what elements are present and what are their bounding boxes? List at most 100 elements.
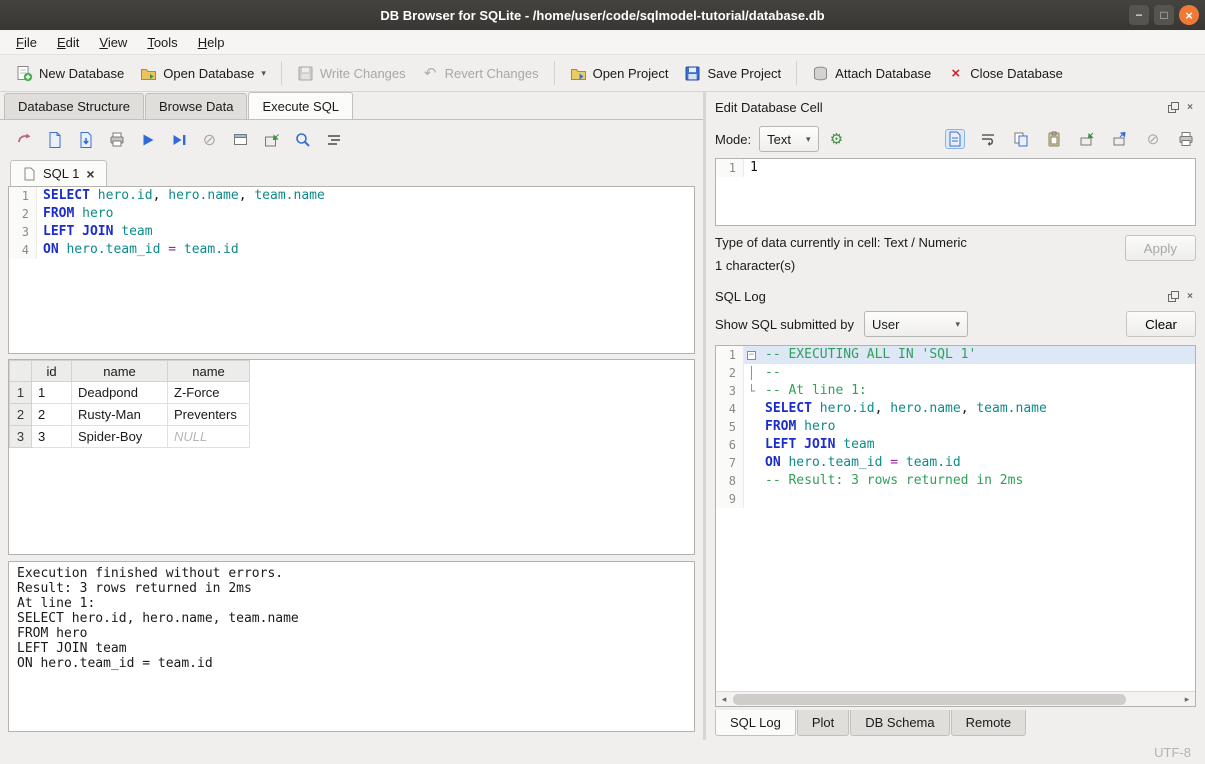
close-tab-icon[interactable]: × — [86, 167, 94, 181]
menu-file[interactable]: File — [6, 32, 47, 53]
table-row[interactable]: 1 1 Deadpond Z-Force — [10, 382, 250, 404]
null-value[interactable]: NULL — [168, 426, 250, 448]
column-header-name1[interactable]: name — [72, 361, 168, 382]
code-line: 7ON hero.team_id = team.id — [716, 454, 1195, 472]
cell[interactable]: 2 — [32, 404, 72, 426]
menu-edit[interactable]: Edit — [47, 32, 89, 53]
close-panel-icon[interactable]: × — [1184, 290, 1196, 302]
print-cell-icon[interactable] — [1176, 129, 1196, 149]
table-row[interactable]: 3 3 Spider-Boy NULL — [10, 426, 250, 448]
close-icon[interactable]: × — [1179, 5, 1199, 25]
horizontal-scrollbar[interactable]: ◂ ▸ — [716, 691, 1195, 706]
execute-all-icon[interactable] — [138, 130, 157, 149]
menu-tools[interactable]: Tools — [137, 32, 187, 53]
code-text: LEFT JOIN team — [759, 436, 875, 454]
execute-line-icon[interactable] — [169, 130, 188, 149]
line-number: 5 — [716, 418, 744, 436]
right-panel: Edit Database Cell × Mode: Text ▾ ⚙ — [706, 92, 1205, 740]
code-text — [759, 490, 765, 508]
float-panel-icon[interactable] — [1167, 290, 1179, 302]
open-project-button[interactable]: Open Project — [562, 60, 677, 87]
write-changes-button[interactable]: Write Changes — [289, 60, 414, 87]
close-database-button[interactable]: × Close Database — [939, 60, 1071, 87]
column-header-name2[interactable]: name — [168, 361, 250, 382]
text-view-icon[interactable] — [945, 129, 965, 149]
float-panel-icon[interactable] — [1167, 101, 1179, 113]
main-toolbar: New Database Open Database ▾ Write Chang… — [0, 55, 1205, 92]
maximize-icon[interactable]: □ — [1154, 5, 1174, 25]
sql-log-title: SQL Log — [715, 289, 766, 304]
tab-remote[interactable]: Remote — [951, 710, 1027, 736]
mode-select[interactable]: Text ▾ — [759, 126, 818, 152]
sql-editor[interactable]: 1SELECT hero.id, hero.name, team.name2FR… — [8, 186, 695, 354]
open-database-icon — [140, 65, 157, 82]
tab-sql-log[interactable]: SQL Log — [715, 710, 796, 736]
apply-button[interactable]: Apply — [1125, 235, 1196, 261]
set-null-icon[interactable]: ⊘ — [1143, 129, 1163, 149]
find-replace-icon[interactable] — [293, 130, 312, 149]
header-corner[interactable] — [10, 361, 32, 382]
scrollbar-thumb[interactable] — [733, 694, 1126, 705]
scroll-right-icon[interactable]: ▸ — [1179, 694, 1195, 705]
open-database-button[interactable]: Open Database ▾ — [132, 60, 274, 87]
import-cell-icon[interactable] — [1077, 129, 1097, 149]
open-sql-file-icon[interactable] — [45, 130, 64, 149]
print-icon[interactable] — [107, 130, 126, 149]
new-database-button[interactable]: New Database — [8, 60, 132, 87]
row-number[interactable]: 2 — [10, 404, 32, 426]
menu-view[interactable]: View — [89, 32, 137, 53]
minimize-icon[interactable]: − — [1129, 5, 1149, 25]
copy-icon[interactable] — [1011, 129, 1031, 149]
attach-database-icon — [812, 65, 829, 82]
submitter-select[interactable]: User ▾ — [864, 311, 968, 337]
attach-database-button[interactable]: Attach Database — [804, 60, 939, 87]
word-wrap-icon[interactable] — [978, 129, 998, 149]
table-row[interactable]: 2 2 Rusty-Man Preventers — [10, 404, 250, 426]
sql-log-box: 1−-- EXECUTING ALL IN 'SQL 1'2│--3└-- At… — [715, 345, 1196, 707]
cell[interactable]: Spider-Boy — [72, 426, 168, 448]
export-cell-icon[interactable] — [1110, 129, 1130, 149]
code-line: 8-- Result: 3 rows returned in 2ms — [716, 472, 1195, 490]
column-header-id[interactable]: id — [32, 361, 72, 382]
tab-db-schema[interactable]: DB Schema — [850, 710, 949, 736]
tab-browse-data[interactable]: Browse Data — [145, 93, 247, 119]
cell[interactable]: Z-Force — [168, 382, 250, 404]
cell[interactable]: Deadpond — [72, 382, 168, 404]
open-sql-tab-icon[interactable] — [14, 130, 33, 149]
line-number: 2 — [9, 205, 37, 223]
code-line: 11 — [716, 159, 1195, 177]
save-project-button[interactable]: Save Project — [676, 60, 789, 87]
row-number[interactable]: 1 — [10, 382, 32, 404]
format-sql-icon[interactable] — [324, 130, 343, 149]
cell-value-editor[interactable]: 11 — [715, 158, 1196, 226]
cell[interactable]: 3 — [32, 426, 72, 448]
stop-icon[interactable]: ⊘ — [200, 130, 219, 149]
line-number: 1 — [716, 346, 744, 364]
results-header-row: id name name — [10, 361, 250, 382]
tab-database-structure[interactable]: Database Structure — [4, 93, 144, 119]
auto-mode-icon[interactable]: ⚙ — [827, 129, 847, 149]
cell[interactable]: Preventers — [168, 404, 250, 426]
revert-changes-button[interactable]: ↶ Revert Changes — [414, 60, 547, 87]
sql-log-view[interactable]: 1−-- EXECUTING ALL IN 'SQL 1'2│--3└-- At… — [716, 346, 1195, 691]
menu-help[interactable]: Help — [188, 32, 235, 53]
clear-log-button[interactable]: Clear — [1126, 311, 1196, 337]
fold-line — [744, 400, 759, 418]
save-sql-file-icon[interactable] — [76, 130, 95, 149]
fold-line — [744, 490, 759, 508]
sql-toolbar: ⊘ — [8, 126, 695, 157]
tab-plot[interactable]: Plot — [797, 710, 849, 736]
cell[interactable]: Rusty-Man — [72, 404, 168, 426]
tab-execute-sql[interactable]: Execute SQL — [248, 92, 353, 119]
paste-icon[interactable] — [1044, 129, 1064, 149]
code-text: 1 — [744, 159, 758, 177]
cell[interactable]: 1 — [32, 382, 72, 404]
tab-sql-1[interactable]: SQL 1 × — [10, 160, 107, 186]
scroll-left-icon[interactable]: ◂ — [716, 694, 732, 705]
import-sql-icon[interactable] — [262, 130, 281, 149]
window-title: DB Browser for SQLite - /home/user/code/… — [380, 8, 824, 23]
fold-marker-icon[interactable]: − — [744, 346, 759, 364]
close-panel-icon[interactable]: × — [1184, 101, 1196, 113]
row-number[interactable]: 3 — [10, 426, 32, 448]
new-editor-window-icon[interactable] — [231, 130, 250, 149]
